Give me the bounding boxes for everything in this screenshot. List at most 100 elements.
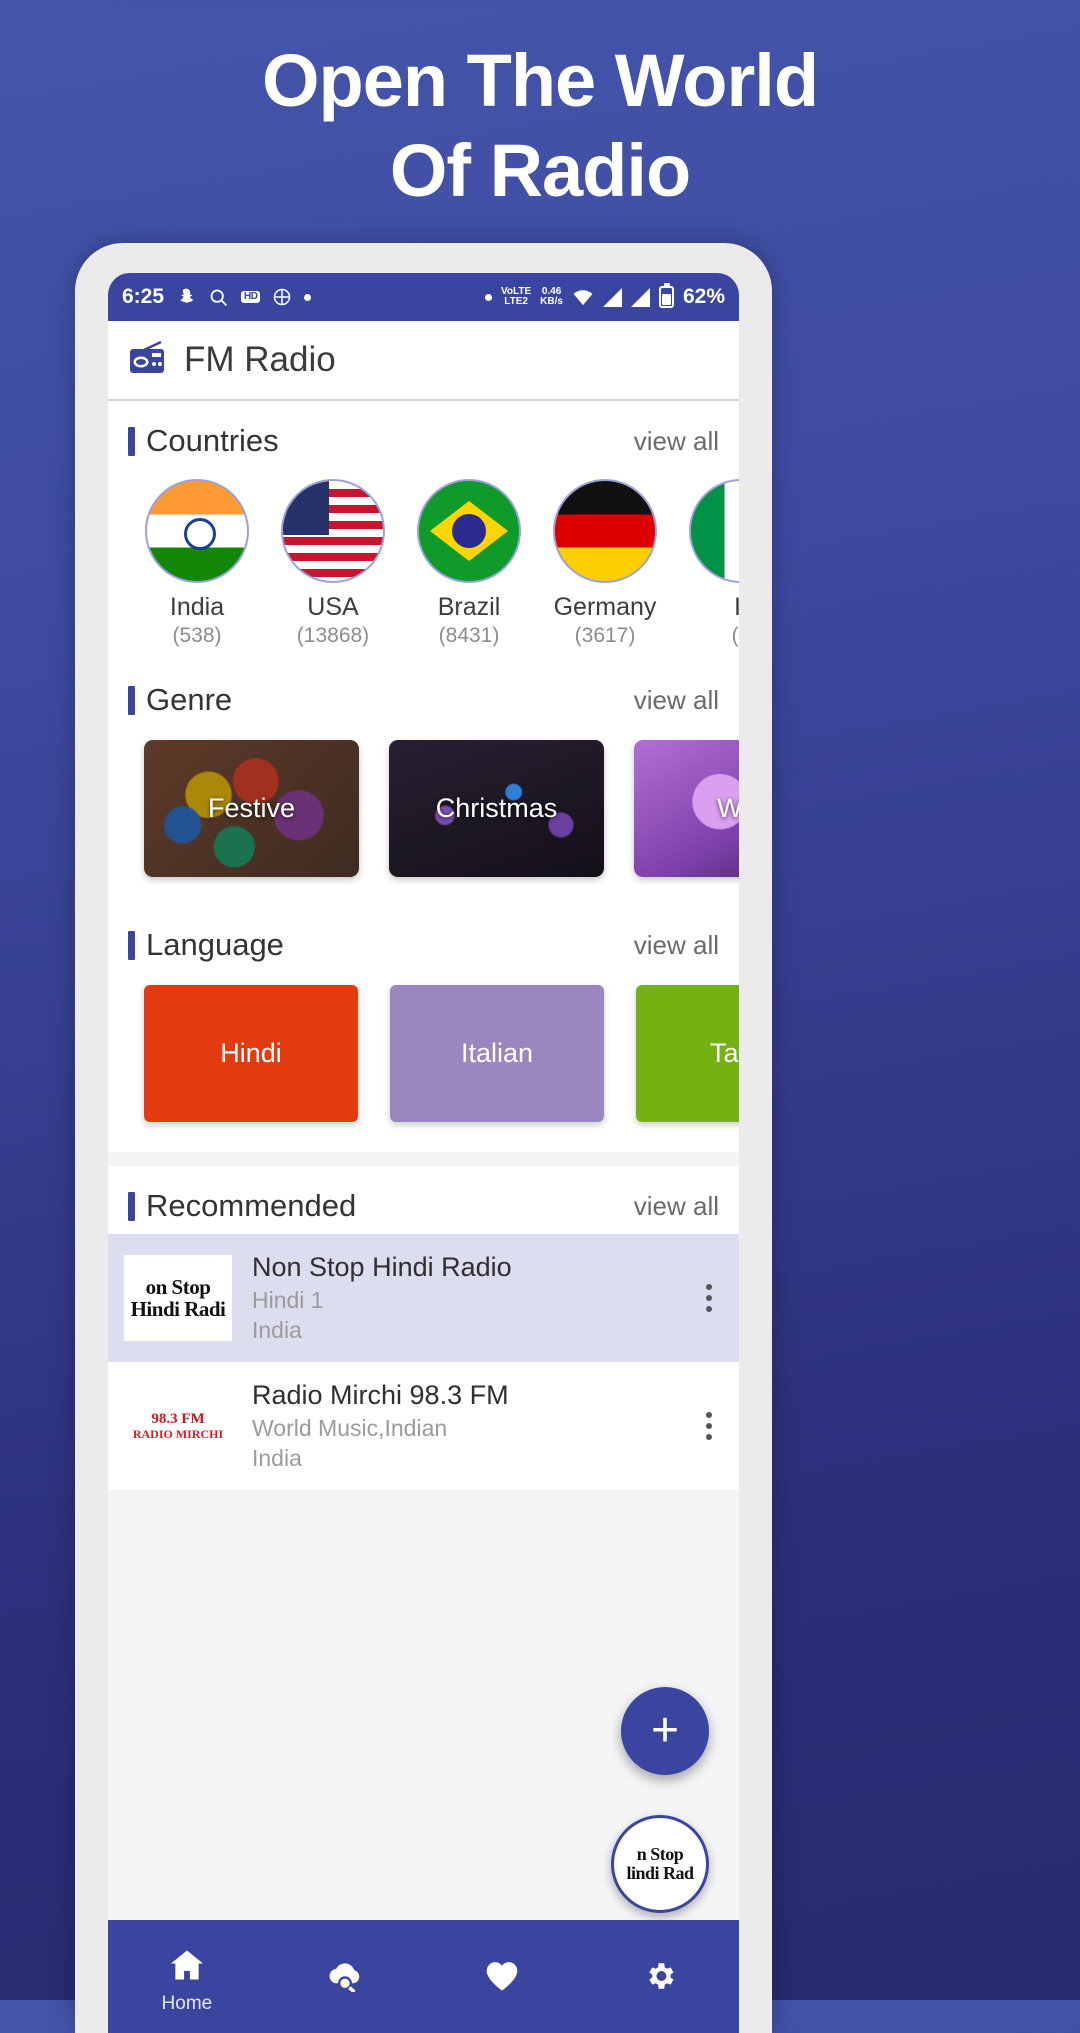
language-label: Italian (460, 1038, 534, 1068)
home-scroll-area[interactable]: Countries view all India (538) USA (1386… (108, 401, 739, 1152)
language-card-hindi[interactable]: Hindi (144, 985, 358, 1122)
battery-percent: 62% (682, 285, 725, 308)
station-thumbnail: 98.3 FM RADIO MIRCHI (124, 1383, 232, 1469)
recommended-title: Recommended (146, 1188, 357, 1223)
phone-mockup: 6:25 HD VoLTE LTE2 0.46 KB/s 62% FM Radi… (75, 243, 772, 2033)
country-count: (2 (731, 624, 739, 647)
language-list[interactable]: Hindi Italian Tama (108, 973, 739, 1152)
country-item-india[interactable]: India (538) (142, 479, 252, 648)
app-bar: FM Radio (108, 321, 739, 401)
section-accent-bar (128, 930, 135, 960)
station-info: Non Stop Hindi Radio Hindi 1 India (252, 1252, 675, 1344)
signal-icon-1 (602, 287, 622, 307)
language-label: Hindi (220, 1038, 282, 1068)
station-name: Radio Mirchi 98.3 FM (252, 1380, 509, 1410)
nav-label-home: Home (161, 1992, 213, 2014)
station-info: Radio Mirchi 98.3 FM World Music,Indian … (252, 1380, 675, 1472)
add-button[interactable]: + (621, 1687, 709, 1775)
country-count: (13868) (296, 624, 370, 647)
country-item-germany[interactable]: Germany (3617) (550, 479, 660, 648)
battery-icon (658, 283, 674, 308)
genre-card-festive[interactable]: Festive (144, 740, 359, 877)
section-accent-bar (128, 685, 135, 715)
country-name: It (734, 593, 739, 621)
home-icon (169, 1949, 205, 1986)
speed-unit: KB/s (540, 296, 563, 307)
status-bar: 6:25 HD VoLTE LTE2 0.46 KB/s 62% (108, 273, 739, 321)
countries-list[interactable]: India (538) USA (13868) Brazil (8431) Ge… (108, 469, 739, 660)
nav-item-home[interactable]: Home (108, 1949, 266, 2015)
heart-icon (484, 1960, 520, 1997)
mini-player-line-1: n Stop (636, 1844, 684, 1865)
thumb-line-2: RADIO MIRCHI (132, 1426, 224, 1441)
station-thumbnail: on Stop Hindi Radi (124, 1255, 232, 1341)
language-view-all[interactable]: view all (634, 930, 719, 961)
search-icon (208, 287, 229, 308)
country-count: (538) (172, 624, 222, 647)
station-genre: World Music,Indian (252, 1415, 448, 1441)
apps-icon (272, 287, 292, 307)
language-card-tamil[interactable]: Tama (636, 985, 739, 1122)
countries-section-header: Countries view all (108, 401, 739, 469)
more-options-icon[interactable] (695, 1284, 723, 1312)
thumb-line-2: Hindi Radi (130, 1297, 226, 1321)
country-name: USA (307, 593, 359, 621)
nav-item-favorites[interactable] (424, 1960, 582, 2004)
hd-icon: HD (241, 291, 261, 303)
country-count: (8431) (438, 624, 500, 647)
language-card-italian[interactable]: Italian (390, 985, 604, 1122)
genre-label: Festive (207, 793, 296, 823)
countries-view-all[interactable]: view all (634, 426, 719, 457)
language-section-header: Language view all (108, 905, 739, 973)
nav-item-search[interactable] (266, 1960, 424, 2004)
countries-title: Countries (146, 423, 279, 458)
station-country: India (252, 1445, 302, 1471)
plus-icon: + (650, 1704, 680, 1757)
country-name: India (169, 593, 225, 621)
genre-list[interactable]: Festive Christmas Wor (108, 728, 739, 905)
volte-line-2: LTE2 (504, 296, 528, 307)
more-options-icon[interactable] (695, 1412, 723, 1440)
promo-headline: Open The World Of Radio (0, 36, 1080, 217)
app-title: FM Radio (184, 340, 336, 379)
network-speed: 0.46 KB/s (540, 287, 563, 307)
brazil-flag-icon (417, 479, 521, 583)
recommended-view-all[interactable]: view all (634, 1191, 719, 1222)
section-accent-bar (128, 426, 135, 456)
india-flag-icon (145, 479, 249, 583)
bottom-navigation: Home (108, 1920, 739, 2033)
country-item-usa[interactable]: USA (13868) (278, 479, 388, 648)
country-name: Brazil (437, 593, 501, 621)
genre-card-world[interactable]: Wor (634, 740, 739, 877)
station-name: Non Stop Hindi Radio (252, 1252, 512, 1282)
country-count: (3617) (574, 624, 636, 647)
dot-icon (304, 293, 312, 301)
radio-icon (128, 340, 168, 379)
germany-flag-icon (553, 479, 657, 583)
wifi-icon (572, 288, 594, 306)
list-item[interactable]: 98.3 FM RADIO MIRCHI Radio Mirchi 98.3 F… (108, 1362, 739, 1490)
volte-indicator: VoLTE LTE2 (501, 287, 531, 307)
genre-section-header: Genre view all (108, 660, 739, 728)
thumb-line-1: on Stop (145, 1274, 211, 1299)
snapchat-icon (176, 287, 196, 307)
usa-flag-icon (281, 479, 385, 583)
italy-flag-icon (689, 479, 739, 583)
genre-card-christmas[interactable]: Christmas (389, 740, 604, 877)
status-time: 6:25 (122, 285, 165, 308)
mini-player[interactable]: n Stop lindi Rad (611, 1815, 709, 1913)
list-item[interactable]: on Stop Hindi Radi Non Stop Hindi Radio … (108, 1234, 739, 1362)
genre-view-all[interactable]: view all (634, 685, 719, 716)
status-dot-icon (484, 293, 492, 301)
thumb-line-1: 98.3 FM (151, 1411, 205, 1428)
country-item-italy[interactable]: It (2 (686, 479, 739, 648)
gear-icon (642, 1959, 678, 1998)
genre-title: Genre (146, 682, 233, 717)
country-name: Germany (553, 593, 657, 621)
recommended-block: Recommended view all on Stop Hindi Radi … (108, 1166, 739, 1490)
mini-player-line-2: lindi Rad (626, 1863, 694, 1883)
cloud-search-icon (326, 1960, 364, 1997)
nav-item-settings[interactable] (581, 1959, 739, 2005)
genre-label: Christmas (435, 793, 558, 823)
country-item-brazil[interactable]: Brazil (8431) (414, 479, 524, 648)
